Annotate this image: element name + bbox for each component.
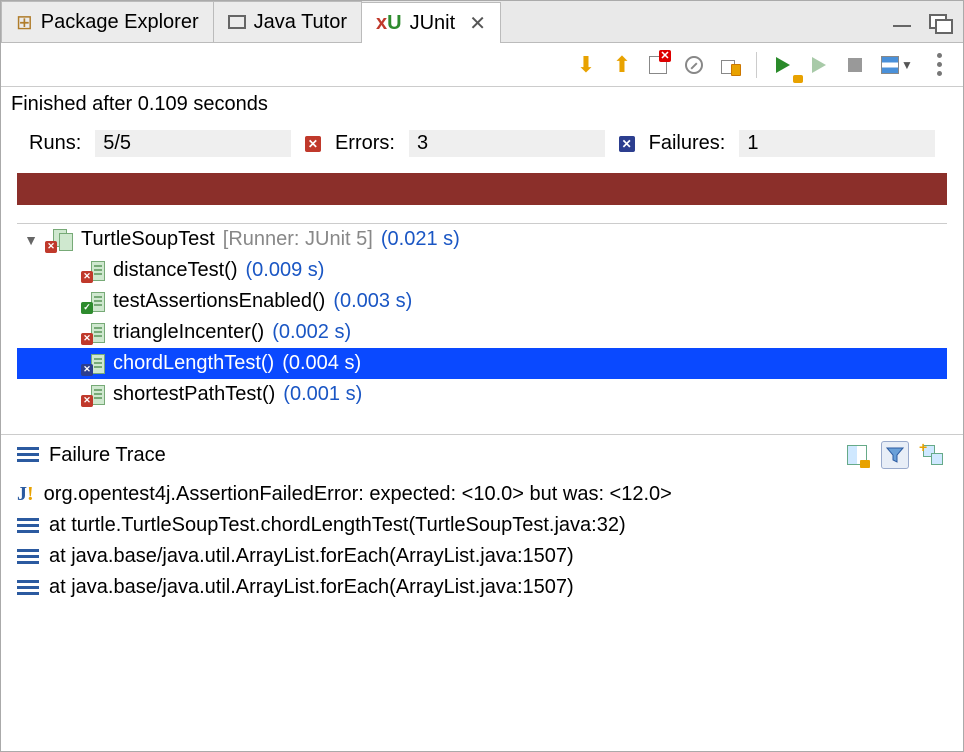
failures-label: Failures:	[649, 132, 726, 155]
play-dim-icon	[812, 57, 826, 73]
stack-text: at turtle.TurtleSoupTest.chordLengthTest…	[49, 514, 626, 537]
view-menu-button[interactable]	[925, 51, 953, 79]
tab-java-tutor[interactable]: Java Tutor	[213, 1, 362, 42]
stack-frame-icon	[17, 549, 39, 565]
compare-icon	[847, 445, 867, 465]
failure-trace-header: Failure Trace	[1, 434, 963, 475]
disclosure-triangle-icon[interactable]: ▼	[23, 232, 39, 248]
test-time: (0.002 s)	[272, 321, 351, 344]
compare-results-button[interactable]	[843, 441, 871, 469]
result-bar	[17, 173, 947, 205]
kebab-icon	[937, 53, 942, 76]
show-failures-only-button[interactable]	[644, 51, 672, 79]
test-row[interactable]: ✕ shortestPathTest() (0.001 s)	[17, 379, 947, 410]
stack-text: at java.base/java.util.ArrayList.forEach…	[49, 545, 574, 568]
package-explorer-icon: ⊞	[16, 10, 33, 35]
suite-time: (0.021 s)	[381, 228, 460, 251]
stack-text: org.opentest4j.AssertionFailedError: exp…	[44, 483, 672, 506]
stack-lines-icon	[17, 447, 39, 463]
test-suite-icon: ✕	[47, 229, 73, 251]
play-icon	[776, 57, 790, 73]
test-result-icon: ✕	[83, 323, 105, 343]
test-name: distanceTest()	[113, 259, 238, 282]
test-row[interactable]: ✕ distanceTest() (0.009 s)	[17, 255, 947, 286]
junit-icon: xU	[376, 12, 402, 35]
window-icon	[228, 15, 246, 29]
test-name: shortestPathTest()	[113, 383, 275, 406]
failure-badge-icon: ✕	[619, 136, 635, 152]
next-failure-button[interactable]: ⬇	[572, 51, 600, 79]
lock-results-button[interactable]	[716, 51, 744, 79]
toolbar-separator	[756, 52, 757, 78]
close-tab-icon[interactable]: ✕	[469, 11, 486, 36]
test-time: (0.001 s)	[283, 383, 362, 406]
test-result-icon: ✓	[83, 292, 105, 312]
test-result-icon: ✕	[83, 354, 105, 374]
suite-name: TurtleSoupTest	[81, 228, 215, 251]
test-name: testAssertionsEnabled()	[113, 290, 325, 313]
tab-label: Java Tutor	[254, 11, 347, 34]
tab-label: Package Explorer	[41, 11, 199, 34]
stack-text: at java.base/java.util.ArrayList.forEach…	[49, 576, 574, 599]
test-time: (0.003 s)	[333, 290, 412, 313]
stack-line[interactable]: J! org.opentest4j.AssertionFailedError: e…	[17, 479, 947, 510]
filter-stack-button[interactable]	[881, 441, 909, 469]
test-result-icon: ✕	[83, 261, 105, 281]
stop-icon	[848, 58, 862, 72]
test-name: chordLengthTest()	[113, 352, 274, 375]
failure-trace-title: Failure Trace	[49, 444, 166, 467]
summary-counts: Runs: 5/5 ✕ Errors: 3 ✕ Failures: 1	[1, 126, 963, 167]
test-result-icon: ✕	[83, 385, 105, 405]
errors-label: Errors:	[335, 132, 395, 155]
suite-runner: [Runner: JUnit 5]	[223, 228, 373, 251]
test-row[interactable]: ✓ testAssertionsEnabled() (0.003 s)	[17, 286, 947, 317]
test-time: (0.004 s)	[282, 352, 361, 375]
filter-icon	[886, 446, 904, 464]
lock-icon	[721, 56, 739, 74]
junit-toolbar: ⬇ ⬆ ▼	[1, 43, 963, 87]
view-tabbar: ⊞ Package Explorer Java Tutor xU JUnit ✕	[1, 1, 963, 43]
exception-icon: J!	[17, 483, 34, 506]
arrow-up-icon: ⬆	[613, 54, 631, 76]
test-name: triangleIncenter()	[113, 321, 264, 344]
finished-status: Finished after 0.109 seconds	[1, 87, 963, 126]
view-window-controls	[893, 1, 963, 42]
errors-value: 3	[409, 130, 605, 157]
stack-line[interactable]: at java.base/java.util.ArrayList.forEach…	[17, 572, 947, 603]
stack-frame-icon	[17, 580, 39, 596]
test-tree: ▼ ✕ TurtleSoupTest [Runner: JUnit 5] (0.…	[17, 223, 947, 426]
stack-frame-icon	[17, 518, 39, 534]
tab-package-explorer[interactable]: ⊞ Package Explorer	[1, 1, 214, 42]
scroll-lock-button[interactable]	[680, 51, 708, 79]
failure-trace-body: J! org.opentest4j.AssertionFailedError: e…	[1, 475, 963, 633]
tab-junit[interactable]: xU JUnit ✕	[361, 2, 501, 43]
history-icon	[881, 56, 899, 74]
minimize-view-icon[interactable]	[893, 25, 911, 29]
stack-line[interactable]: at turtle.TurtleSoupTest.chordLengthTest…	[17, 510, 947, 541]
scroll-lock-icon	[685, 56, 703, 74]
runs-value: 5/5	[95, 130, 291, 157]
tab-label: JUnit	[410, 12, 456, 35]
show-stack-frames-button[interactable]	[919, 441, 947, 469]
frames-icon	[923, 445, 943, 465]
maximize-view-icon[interactable]	[929, 14, 949, 30]
stop-button[interactable]	[841, 51, 869, 79]
runs-label: Runs:	[29, 132, 81, 155]
test-history-button[interactable]: ▼	[877, 51, 917, 79]
test-row[interactable]: ✕ triangleIncenter() (0.002 s)	[17, 317, 947, 348]
stack-line[interactable]: at java.base/java.util.ArrayList.forEach…	[17, 541, 947, 572]
test-row[interactable]: ✕ chordLengthTest() (0.004 s)	[17, 348, 947, 379]
test-suite-row[interactable]: ▼ ✕ TurtleSoupTest [Runner: JUnit 5] (0.…	[17, 224, 947, 255]
failures-only-icon	[649, 56, 667, 74]
rerun-failed-button[interactable]	[805, 51, 833, 79]
test-time: (0.009 s)	[246, 259, 325, 282]
chevron-down-icon: ▼	[901, 58, 913, 72]
rerun-test-button[interactable]	[769, 51, 797, 79]
arrow-down-icon: ⬇	[577, 54, 595, 76]
previous-failure-button[interactable]: ⬆	[608, 51, 636, 79]
failures-value: 1	[739, 130, 935, 157]
error-badge-icon: ✕	[305, 136, 321, 152]
